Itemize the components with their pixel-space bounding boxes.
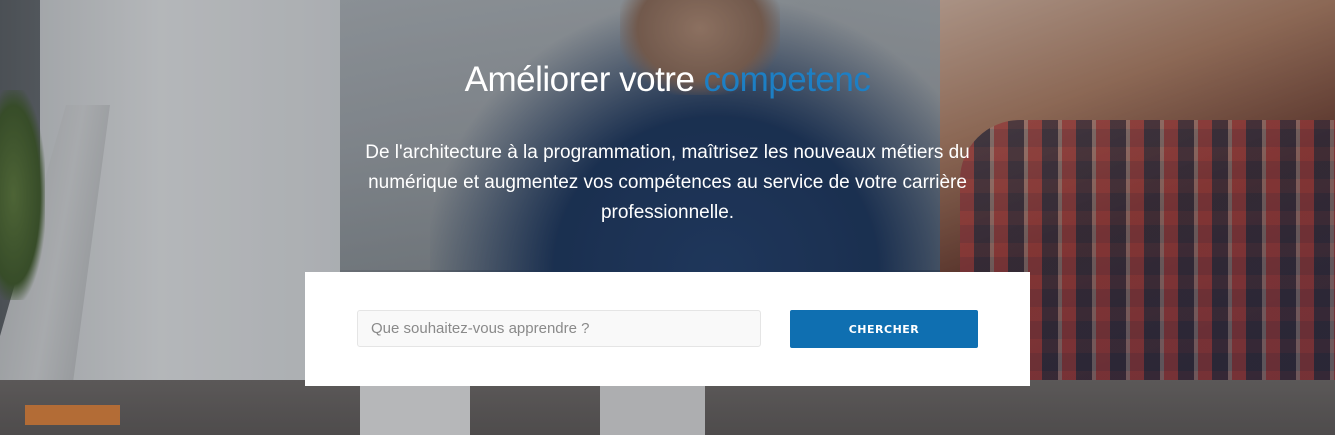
search-input[interactable] bbox=[357, 310, 761, 347]
hero-title-main: Améliorer votre bbox=[464, 60, 695, 99]
hero-banner: Améliorer votre competenc De l'architect… bbox=[0, 0, 1335, 435]
hero-title: Améliorer votre competenc bbox=[0, 60, 1335, 100]
search-panel: CHERCHER bbox=[305, 272, 1030, 386]
hero-title-accent: competenc bbox=[703, 60, 871, 99]
hero-subtitle: De l'architecture à la programmation, ma… bbox=[365, 142, 970, 223]
search-button[interactable]: CHERCHER bbox=[790, 310, 978, 348]
